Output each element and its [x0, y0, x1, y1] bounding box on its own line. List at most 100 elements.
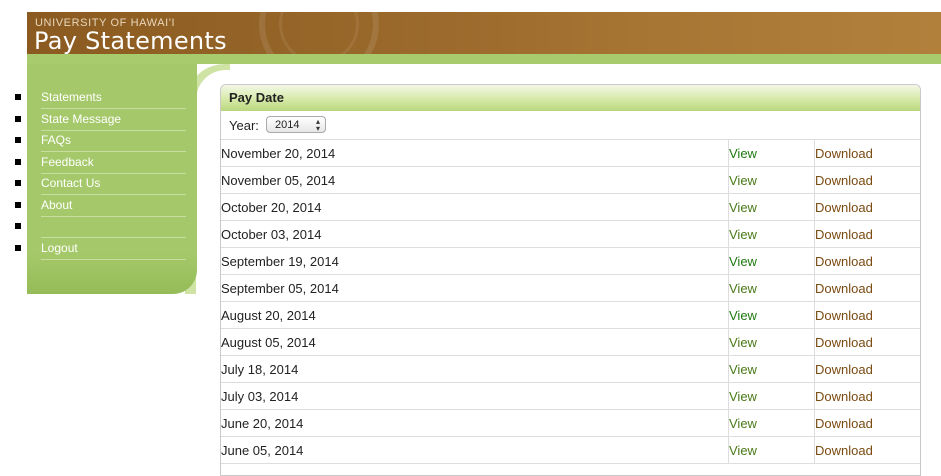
download-cell: Download [814, 220, 920, 248]
view-cell: View [728, 247, 815, 275]
bullet-icon [15, 137, 21, 143]
view-cell: View [728, 140, 815, 167]
download-cell: Download [814, 193, 920, 221]
view-link[interactable]: View [729, 335, 757, 350]
view-cell: View [728, 328, 815, 356]
download-cell: Download [814, 140, 920, 167]
nav-link-empty[interactable] [41, 216, 186, 238]
pay-date: October 03, 2014 [221, 220, 729, 248]
pay-date: June 05, 2014 [221, 436, 729, 464]
nav-link-statements[interactable]: Statements [41, 87, 186, 109]
pay-date: August 20, 2014 [221, 301, 729, 329]
year-filter-row: Year: 2014 ▴ ▾ [221, 111, 920, 140]
view-cell: View [728, 409, 815, 437]
nav-link-contact-us[interactable]: Contact Us [41, 173, 186, 195]
view-cell: View [728, 274, 815, 302]
download-link[interactable]: Download [815, 308, 873, 323]
download-link[interactable]: Download [815, 281, 873, 296]
view-cell: View [728, 436, 815, 464]
bullet-icon [15, 244, 21, 251]
download-link[interactable]: Download [815, 443, 873, 458]
table-row: August 20, 2014 View Download [221, 301, 920, 329]
view-cell: View [728, 355, 815, 383]
download-link[interactable]: Download [815, 200, 873, 215]
pay-date: July 03, 2014 [221, 382, 729, 410]
download-cell: Download [814, 247, 920, 275]
statements-table: November 20, 2014 View Download November 05… [221, 140, 920, 464]
download-link[interactable]: Download [815, 254, 873, 269]
table-row: September 19, 2014 View Download [221, 247, 920, 275]
nav-link-feedback[interactable]: Feedback [41, 152, 186, 174]
header-accent-strip [27, 54, 941, 64]
download-link[interactable]: Download [815, 416, 873, 431]
view-link[interactable]: View [729, 173, 757, 188]
view-link[interactable]: View [729, 389, 757, 404]
pay-statements-panel: Pay Date Year: 2014 ▴ ▾ November 20, 2014… [220, 84, 921, 476]
pay-date: November 20, 2014 [221, 140, 729, 167]
view-link[interactable]: View [729, 416, 757, 431]
bullet-icon [15, 158, 21, 165]
download-link[interactable]: Download [815, 389, 873, 404]
download-cell: Download [814, 274, 920, 302]
download-cell: Download [814, 409, 920, 437]
nav-link-about[interactable]: About [41, 195, 186, 217]
table-row: July 03, 2014 View Download [221, 382, 920, 410]
university-seal-inner [279, 12, 359, 54]
download-link[interactable]: Download [815, 173, 873, 188]
table-row: June 20, 2014 View Download [221, 409, 920, 437]
download-cell: Download [814, 328, 920, 356]
pay-date: August 05, 2014 [221, 328, 729, 356]
table-row: August 05, 2014 View Download [221, 328, 920, 356]
download-cell: Download [814, 355, 920, 383]
table-row: July 18, 2014 View Download [221, 355, 920, 383]
view-cell: View [728, 166, 815, 194]
download-link[interactable]: Download [815, 335, 873, 350]
download-cell: Download [814, 436, 920, 464]
table-row: June 05, 2014 View Download [221, 436, 920, 464]
download-cell: Download [814, 382, 920, 410]
view-cell: View [728, 193, 815, 221]
view-cell: View [728, 220, 815, 248]
pay-date: September 05, 2014 [221, 274, 729, 302]
select-arrows-icon: ▴ ▾ [315, 117, 320, 133]
view-link[interactable]: View [729, 281, 757, 296]
view-link[interactable]: View [729, 200, 757, 215]
download-cell: Download [814, 301, 920, 329]
table-row: November 20, 2014 View Download [221, 140, 920, 167]
nav-link-logout[interactable]: Logout [41, 238, 186, 260]
table-row: October 03, 2014 View Download [221, 220, 920, 248]
bullet-icon [15, 94, 21, 100]
view-cell: View [728, 301, 815, 329]
view-link[interactable]: View [729, 443, 757, 458]
panel-heading: Pay Date [221, 85, 920, 111]
table-row: September 05, 2014 View Download [221, 274, 920, 302]
view-link[interactable]: View [729, 146, 757, 161]
download-link[interactable]: Download [815, 362, 873, 377]
site-header: UNIVERSITY OF HAWAI'I Pay Statements [27, 12, 941, 54]
view-link[interactable]: View [729, 362, 757, 377]
bullet-icon [15, 115, 21, 122]
view-link[interactable]: View [729, 227, 757, 242]
bullet-icon [15, 223, 21, 229]
pay-date: October 20, 2014 [221, 193, 729, 221]
view-cell: View [728, 382, 815, 410]
view-link[interactable]: View [729, 308, 757, 323]
nav-link-faqs[interactable]: FAQs [41, 130, 186, 152]
pay-date: November 05, 2014 [221, 166, 729, 194]
pay-date: June 20, 2014 [221, 409, 729, 437]
pay-date: September 19, 2014 [221, 247, 729, 275]
page-title: Pay Statements [34, 27, 227, 54]
year-label: Year: [229, 118, 259, 133]
nav-link-state-message[interactable]: State Message [41, 109, 186, 131]
bullet-icon [15, 180, 21, 186]
download-cell: Download [814, 166, 920, 194]
table-row: November 05, 2014 View Download [221, 166, 920, 194]
view-link[interactable]: View [729, 254, 757, 269]
table-row: October 20, 2014 View Download [221, 193, 920, 221]
download-link[interactable]: Download [815, 146, 873, 161]
download-link[interactable]: Download [815, 227, 873, 242]
year-select[interactable]: 2014 ▴ ▾ [266, 116, 326, 133]
bullet-icon [15, 201, 21, 208]
pay-date: July 18, 2014 [221, 355, 729, 383]
year-select-value: 2014 [275, 119, 300, 131]
